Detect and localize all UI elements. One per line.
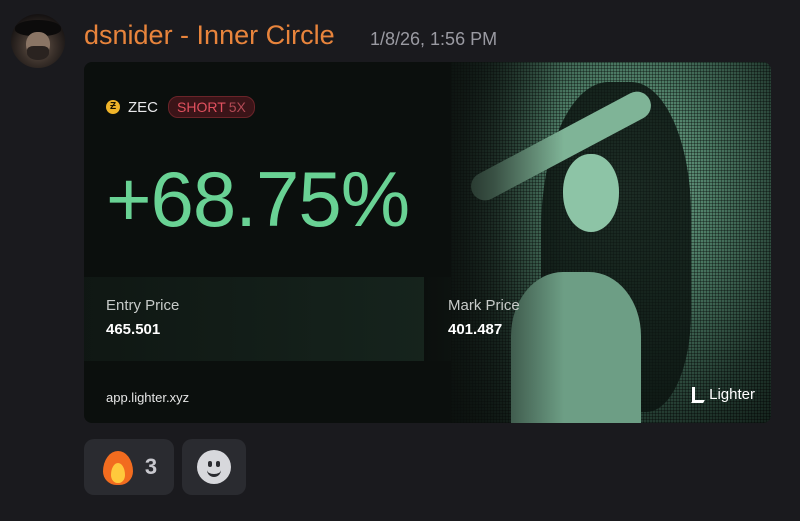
leverage-label: 5X (228, 99, 246, 115)
mark-price-value: 401.487 (448, 321, 503, 338)
fire-icon (101, 449, 135, 485)
entry-price-label: Entry Price (106, 297, 180, 314)
lighter-logo-icon (692, 386, 704, 403)
reactions-bar: 3 (84, 439, 246, 495)
mark-price-label: Mark Price (448, 297, 520, 314)
avatar-beard (27, 46, 49, 60)
side-label: SHORT (177, 99, 226, 115)
add-reaction-button[interactable] (182, 439, 246, 495)
smiley-icon (197, 450, 231, 484)
brand-name: Lighter (709, 386, 755, 403)
token-row: Ƶ ZEC SHORT 5X (106, 96, 255, 118)
token-symbol: ZEC (128, 98, 158, 116)
fire-icon-inner (110, 463, 125, 483)
reaction-count: 3 (144, 454, 158, 479)
pnl-share-card[interactable]: Ƶ ZEC SHORT 5X +68.75% Entry Price 465.50… (84, 62, 771, 423)
fire-reaction-button[interactable]: 3 (84, 439, 174, 495)
card-photo-fade (424, 62, 564, 423)
avatar[interactable] (11, 14, 65, 68)
username[interactable]: dsnider - Inner Circle (84, 20, 335, 51)
site-url: app.lighter.xyz (106, 390, 190, 405)
photo-face (563, 154, 619, 232)
brand-logo: Lighter (692, 386, 755, 403)
position-side-badge: SHORT 5X (168, 96, 255, 118)
zec-coin-icon: Ƶ (106, 100, 120, 114)
pnl-percent: +68.75% (106, 155, 410, 243)
entry-price-value: 465.501 (106, 321, 161, 338)
smiley-mouth (207, 467, 221, 477)
chat-message: dsnider - Inner Circle 1/8/26, 1:56 PM Ƶ… (0, 0, 800, 521)
timestamp: 1/8/26, 1:56 PM (370, 29, 498, 49)
